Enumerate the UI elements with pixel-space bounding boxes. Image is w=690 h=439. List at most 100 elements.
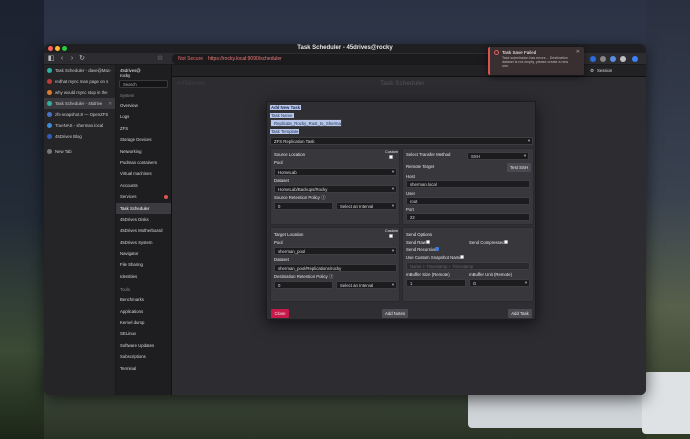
add-notes-button[interactable]: Add Notes [382, 309, 408, 318]
test-ssh-button[interactable]: Test SSH [507, 163, 531, 172]
favicon-icon [47, 90, 52, 95]
nav-item-task-scheduler[interactable]: Task Scheduler [116, 202, 171, 214]
source-interval-select[interactable]: Select an Interval [336, 202, 397, 210]
target-retention-label: Destination Retention Policy ⓘ [274, 274, 334, 279]
send-recursive-checkbox[interactable] [435, 247, 439, 251]
gear-icon[interactable]: ⚙ [590, 68, 594, 74]
send-raw-label: Send Raw [406, 240, 426, 245]
user-input[interactable]: root [406, 197, 530, 205]
nav-item-storage-devices[interactable]: Storage Devices [116, 134, 171, 145]
browser-tab[interactable]: redhat rsync man page on s [44, 76, 115, 87]
nav-tool-selinux[interactable]: SELinux [116, 328, 171, 339]
error-icon [494, 50, 499, 55]
source-custom-label: Custom [385, 150, 399, 154]
nav-tool-kernel-dump[interactable]: Kernel dump [116, 317, 171, 328]
nav-item-45drives-system[interactable]: 45Drives System [116, 237, 171, 248]
info-icon[interactable]: ⓘ [329, 274, 333, 279]
browser-tab[interactable]: zfs-snapshot.8 — OpenZFS [44, 109, 115, 120]
nav-tool-applications[interactable]: Applications [116, 306, 171, 317]
port-input[interactable]: 22 [406, 213, 530, 221]
source-dataset-select[interactable]: HomeLab/Backups/Rocky [274, 185, 397, 193]
bookmark-icon[interactable]: ☆ [156, 55, 164, 63]
back-icon[interactable]: ‹ [58, 55, 66, 63]
send-raw-checkbox[interactable] [426, 240, 430, 244]
extension-icon[interactable] [610, 56, 616, 62]
source-pool-select[interactable]: HomeLab [274, 168, 397, 176]
tab-label: New Tab [55, 149, 72, 154]
close-button[interactable]: Close [271, 309, 289, 318]
mbuffer-unit-label: mBuffer Unit (Remote) [469, 272, 512, 277]
target-location-panel: Target Location Custom Pool sherman_pool… [270, 227, 400, 302]
target-pool-label: Pool [274, 240, 283, 245]
nav-item-podman-containers[interactable]: Podman containers [116, 157, 171, 168]
source-retention-input[interactable]: 0 [274, 202, 333, 210]
nav-item-virtual-machines[interactable]: Virtual machines [116, 168, 171, 179]
close-icon[interactable]: ✕ [576, 49, 580, 55]
port-label: Port [406, 207, 414, 212]
browser-tab[interactable]: 45Drives Blog [44, 131, 115, 142]
search-input[interactable]: Search [119, 80, 168, 88]
browser-tab[interactable]: Task Scheduler - dave@Mac- [44, 65, 115, 76]
source-retention-label: Source Retention Policy ⓘ [274, 195, 326, 200]
info-icon[interactable]: ⓘ [321, 195, 325, 200]
close-tab-icon[interactable]: ✕ [108, 101, 112, 107]
browser-tab[interactable]: TrueNAS - sherman.local [44, 120, 115, 131]
source-custom-checkbox[interactable] [389, 155, 393, 159]
task-template-select[interactable]: ZFS Replication Task [270, 137, 533, 145]
mbuffer-unit-select[interactable]: G [469, 279, 530, 287]
source-location-panel: Source Location Custom Pool HomeLab Data… [270, 148, 400, 225]
host-input[interactable]: sherman.local [406, 180, 530, 188]
nav-item-identities[interactable]: Identities [116, 271, 171, 282]
custom-snapshot-checkbox[interactable] [460, 255, 464, 259]
add-task-button[interactable]: Add Task [508, 309, 532, 318]
snapshot-name-input[interactable]: Name + Timestamp + Timestamp [406, 262, 530, 270]
nav-section-tools: Tools [120, 287, 131, 293]
modal-heading: Add New Task [270, 105, 302, 110]
target-header: Target Location [274, 232, 304, 237]
nav-item-45drives-motherboard[interactable]: 45Drives Motherboard [116, 225, 171, 236]
nav-item-accounts[interactable]: Accounts [116, 180, 171, 191]
sidebar-toggle-icon[interactable]: ◧ [47, 55, 55, 63]
transfer-method-select[interactable]: SSH [467, 152, 529, 160]
nav-tool-terminal[interactable]: Terminal [116, 363, 171, 374]
remote-target-label: Remote Target [406, 164, 435, 169]
nav-item-navigator[interactable]: Navigator [116, 248, 171, 259]
target-custom-checkbox[interactable] [389, 234, 393, 238]
send-compressed-checkbox[interactable] [504, 240, 508, 244]
send-options-panel: Send Options Send Raw Send Compressed Se… [402, 227, 534, 302]
extension-icon[interactable] [600, 56, 606, 62]
profile-icon[interactable] [620, 56, 626, 62]
browser-tab[interactable]: New Tab [44, 146, 115, 157]
reload-icon[interactable]: ↻ [78, 55, 86, 63]
mbuffer-size-input[interactable]: 1 [406, 279, 466, 287]
nav-item-file-sharing[interactable]: File Sharing [116, 259, 171, 270]
target-dataset-input[interactable]: sherman_pool/Replications/rocky [274, 264, 397, 272]
nav-tool-benchmarks[interactable]: Benchmarks [116, 294, 171, 305]
task-name-input[interactable]: Replicate_Rocky_Rust_to_Sherman [270, 119, 342, 127]
source-dataset-label: Dataset [274, 178, 289, 183]
nav-item-services[interactable]: Services [116, 191, 171, 202]
target-pool-select[interactable]: sherman_pool [274, 247, 397, 255]
nav-item-zfs[interactable]: ZFS [116, 123, 171, 134]
session-menu[interactable]: Session [597, 68, 612, 73]
not-secure-label: Not Secure [178, 56, 204, 62]
nav-item-networking[interactable]: Networking [116, 146, 171, 157]
forward-icon[interactable]: › [68, 55, 76, 63]
nav-tool-subscriptions[interactable]: Subscriptions [116, 351, 171, 362]
transfer-panel: Select Transfer Method SSH Remote Target… [402, 148, 534, 225]
host-switcher[interactable]: 45drives@ rocky [116, 65, 171, 79]
wallet-icon[interactable] [632, 56, 638, 62]
extension-icon[interactable] [590, 56, 596, 62]
source-pool-label: Pool [274, 160, 283, 165]
nav-item-logs[interactable]: Logs [116, 111, 171, 122]
browser-tab[interactable]: why would rsync stop in the [44, 87, 115, 98]
nav-item-overview[interactable]: Overview [116, 100, 171, 111]
host-label: Host [406, 174, 415, 179]
target-interval-select[interactable]: Select an Interval [336, 281, 397, 289]
nav-tool-software-updates[interactable]: Software Updates [116, 340, 171, 351]
target-retention-input[interactable]: 0 [274, 281, 333, 289]
nav-section-system: System [120, 93, 135, 98]
nav-item-45drives-disks[interactable]: 45Drives Disks [116, 214, 171, 225]
browser-tab[interactable]: Task Scheduler - 45drive ✕ [44, 98, 115, 109]
send-options-header: Send Options [406, 232, 433, 237]
